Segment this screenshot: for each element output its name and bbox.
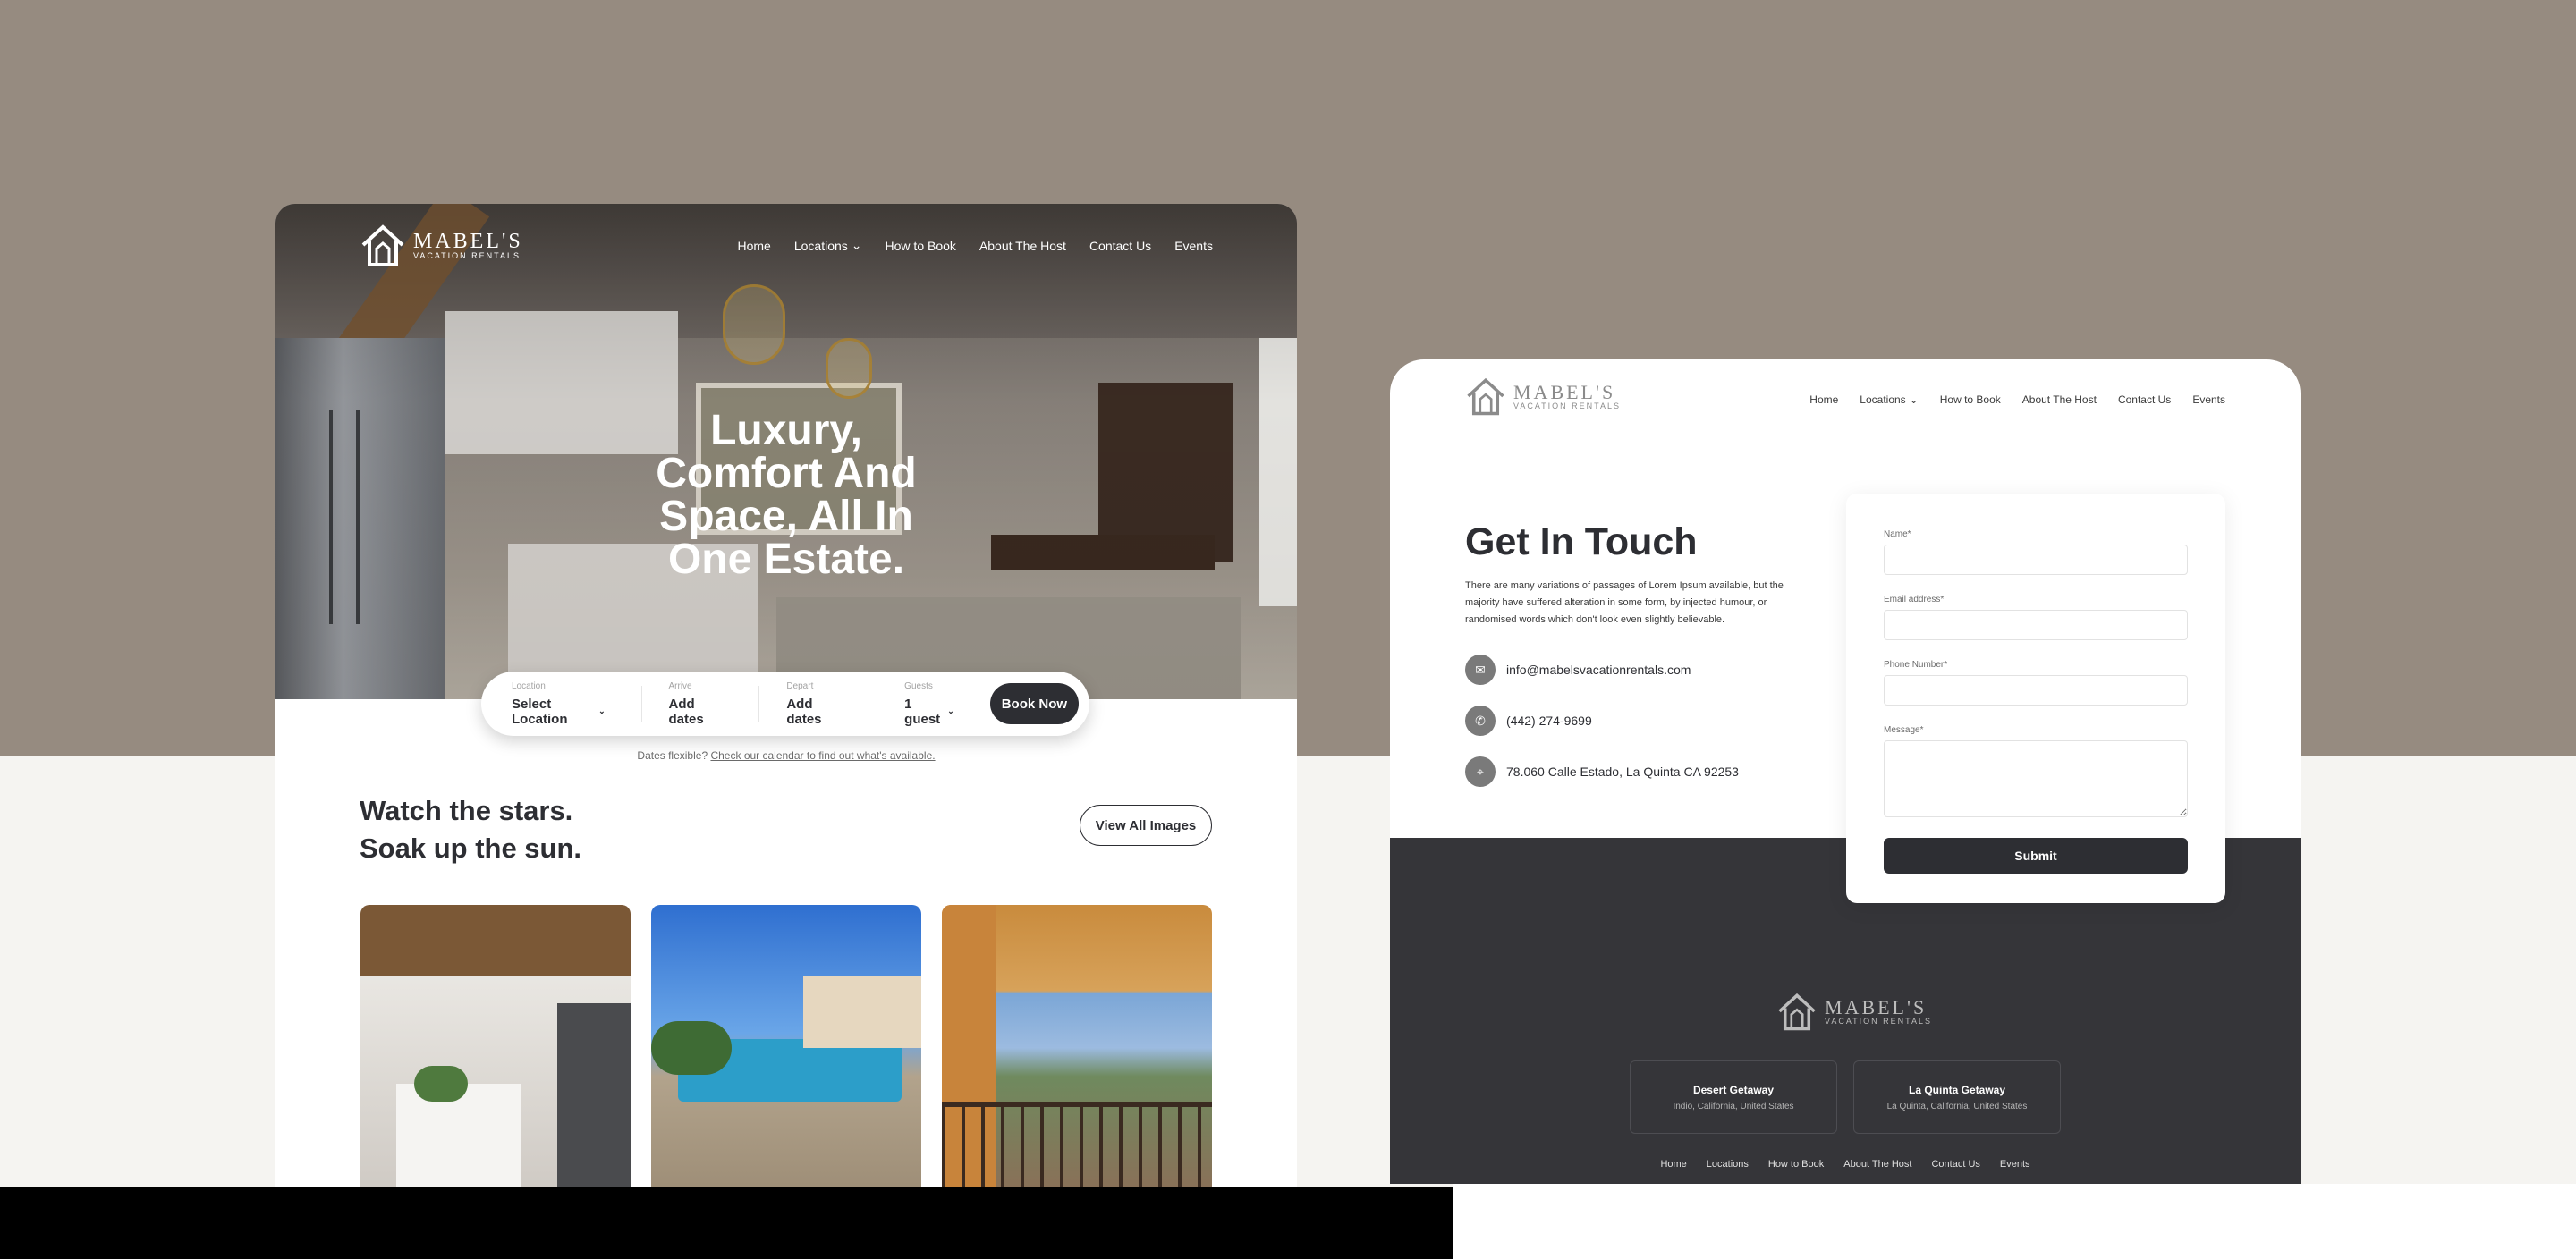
contact-page-preview: MABEL'S VACATION RENTALS Home Locations ⌄…: [1390, 359, 2301, 1184]
footer-nav-about-host[interactable]: About The Host: [1843, 1159, 1911, 1170]
hero-title: Luxury, Comfort And Space, All In One Es…: [656, 407, 917, 583]
footer-nav-locations[interactable]: Locations: [1707, 1159, 1749, 1170]
footer-nav-contact[interactable]: Contact Us: [1931, 1159, 1979, 1170]
divider: [758, 686, 760, 722]
brand-logo[interactable]: MABEL'S VACATION RENTALS: [360, 222, 523, 268]
gallery-title-line1: Watch the stars.: [360, 795, 573, 826]
depart-label: Depart: [786, 680, 814, 691]
contact-address-text: 78.060 Calle Estado, La Quinta CA 92253: [1506, 765, 1739, 779]
bottom-bar-dark: [0, 1187, 1453, 1259]
nav-locations[interactable]: Locations ⌄: [794, 238, 862, 253]
arrive-label: Arrive: [668, 680, 692, 691]
location-title: La Quinta Getaway: [1908, 1083, 2006, 1096]
location-pin-icon: ⌖: [1465, 756, 1496, 787]
dates-flexible-text: Dates flexible?: [637, 749, 708, 762]
arrive-field[interactable]: Arrive Add dates: [668, 681, 723, 727]
brand-name: MABEL'S: [1513, 380, 1616, 403]
contact-description: There are many variations of passages of…: [1465, 580, 1784, 625]
depart-value: Add dates: [786, 696, 822, 727]
brand-tagline: VACATION RENTALS: [1825, 1016, 1933, 1026]
bottom-bar-light: [1453, 1184, 2576, 1259]
chevron-down-icon: ⌄: [1909, 393, 1919, 406]
footer-nav-events[interactable]: Events: [2000, 1159, 2030, 1170]
contact-email-text: info@mabelsvacationrentals.com: [1506, 663, 1691, 677]
contact-phone-text: (442) 274-9699: [1506, 714, 1592, 728]
nav-how-to-book[interactable]: How to Book: [1940, 393, 2001, 406]
location-field[interactable]: Location Select Location ⌄: [512, 681, 606, 727]
location-title: Desert Getaway: [1692, 1083, 1775, 1096]
phone-label: Phone Number*: [1884, 660, 1948, 670]
mail-icon: ✉: [1465, 655, 1496, 685]
homepage-preview: MABEL'S VACATION RENTALS Home Locations ⌄…: [275, 204, 1297, 1187]
chevron-down-icon: ⌄: [851, 238, 862, 252]
house-logo-icon: [1778, 993, 1816, 1031]
gallery-image-pool[interactable]: [651, 905, 921, 1187]
contact-form: Name* Email address* Phone Number* Messa…: [1846, 494, 2225, 903]
main-nav: Home Locations ⌄ How to Book About The Ho…: [1809, 393, 2225, 406]
phone-icon: ✆: [1465, 706, 1496, 736]
view-all-images-button[interactable]: View All Images: [1080, 805, 1212, 846]
brand-tagline: VACATION RENTALS: [413, 250, 521, 260]
calendar-link[interactable]: Check our calendar to find out what's av…: [710, 749, 935, 762]
location-subtitle: Indio, California, United States: [1673, 1101, 1794, 1111]
nav-locations-label: Locations: [1860, 393, 1906, 406]
nav-about-host[interactable]: About The Host: [2022, 393, 2097, 406]
nav-home[interactable]: Home: [738, 238, 771, 253]
name-field[interactable]: [1884, 545, 2188, 575]
house-logo-icon: [361, 224, 404, 266]
nav-locations[interactable]: Locations ⌄: [1860, 393, 1918, 406]
footer-nav-how-to-book[interactable]: How to Book: [1768, 1159, 1824, 1170]
footer-location-card[interactable]: La Quinta Getaway La Quinta, California,…: [1853, 1060, 2061, 1134]
depart-field[interactable]: Depart Add dates: [786, 681, 841, 727]
footer-nav-home[interactable]: Home: [1660, 1159, 1686, 1170]
chevron-down-icon: ⌄: [598, 706, 606, 715]
email-field[interactable]: [1884, 610, 2188, 640]
house-logo-icon: [1467, 377, 1504, 416]
message-label: Message*: [1884, 725, 1924, 735]
nav-events[interactable]: Events: [2192, 393, 2225, 406]
gallery-image-balcony[interactable]: [942, 905, 1212, 1187]
name-label: Name*: [1884, 529, 1911, 539]
phone-field[interactable]: [1884, 675, 2188, 706]
guests-field[interactable]: Guests 1 guest ⌄: [904, 681, 954, 727]
submit-button[interactable]: Submit: [1884, 838, 2188, 874]
brand-name: MABEL'S: [1825, 995, 1928, 1018]
dates-flexible-note: Dates flexible? Check our calendar to fi…: [275, 749, 1297, 762]
book-now-button[interactable]: Book Now: [989, 683, 1080, 724]
contact-address[interactable]: ⌖ 78.060 Calle Estado, La Quinta CA 9225…: [1465, 756, 1739, 787]
email-label: Email address*: [1884, 595, 1945, 604]
location-label: Location: [512, 680, 546, 691]
gallery-image-kitchen[interactable]: [360, 905, 631, 1187]
nav-about-host[interactable]: About The Host: [979, 238, 1066, 253]
nav-how-to-book[interactable]: How to Book: [886, 238, 956, 253]
footer-location-card[interactable]: Desert Getaway Indio, California, United…: [1630, 1060, 1837, 1134]
footer-logo[interactable]: MABEL'S VACATION RENTALS: [1776, 991, 1932, 1032]
booking-search-bar: Location Select Location ⌄ Arrive Add dat…: [481, 672, 1089, 736]
main-nav: Home Locations ⌄ How to Book About The Ho…: [738, 238, 1214, 253]
location-subtitle: La Quinta, California, United States: [1886, 1101, 2028, 1111]
contact-email[interactable]: ✉ info@mabelsvacationrentals.com: [1465, 655, 1690, 685]
chevron-down-icon: ⌄: [947, 706, 954, 715]
nav-events[interactable]: Events: [1174, 238, 1213, 253]
gallery-title: Watch the stars. Soak up the sun.: [360, 792, 581, 867]
guests-value: 1 guest: [904, 696, 941, 727]
contact-title: Get In Touch: [1465, 520, 1698, 563]
brand-tagline: VACATION RENTALS: [1513, 401, 1622, 410]
guests-label: Guests: [904, 680, 933, 691]
message-field[interactable]: [1884, 740, 2188, 817]
nav-contact[interactable]: Contact Us: [1089, 238, 1151, 253]
divider: [640, 686, 642, 722]
nav-locations-label: Locations: [793, 238, 848, 253]
gallery-title-line2: Soak up the sun.: [360, 832, 582, 864]
brand-logo[interactable]: MABEL'S VACATION RENTALS: [1465, 376, 1621, 417]
nav-home[interactable]: Home: [1809, 393, 1838, 406]
nav-contact[interactable]: Contact Us: [2118, 393, 2171, 406]
brand-name: MABEL'S: [413, 229, 523, 253]
footer-nav: Home Locations How to Book About The Hos…: [1390, 1159, 2301, 1170]
location-value: Select Location: [512, 696, 568, 727]
contact-phone[interactable]: ✆ (442) 274-9699: [1465, 706, 1592, 736]
arrive-value: Add dates: [668, 696, 704, 727]
